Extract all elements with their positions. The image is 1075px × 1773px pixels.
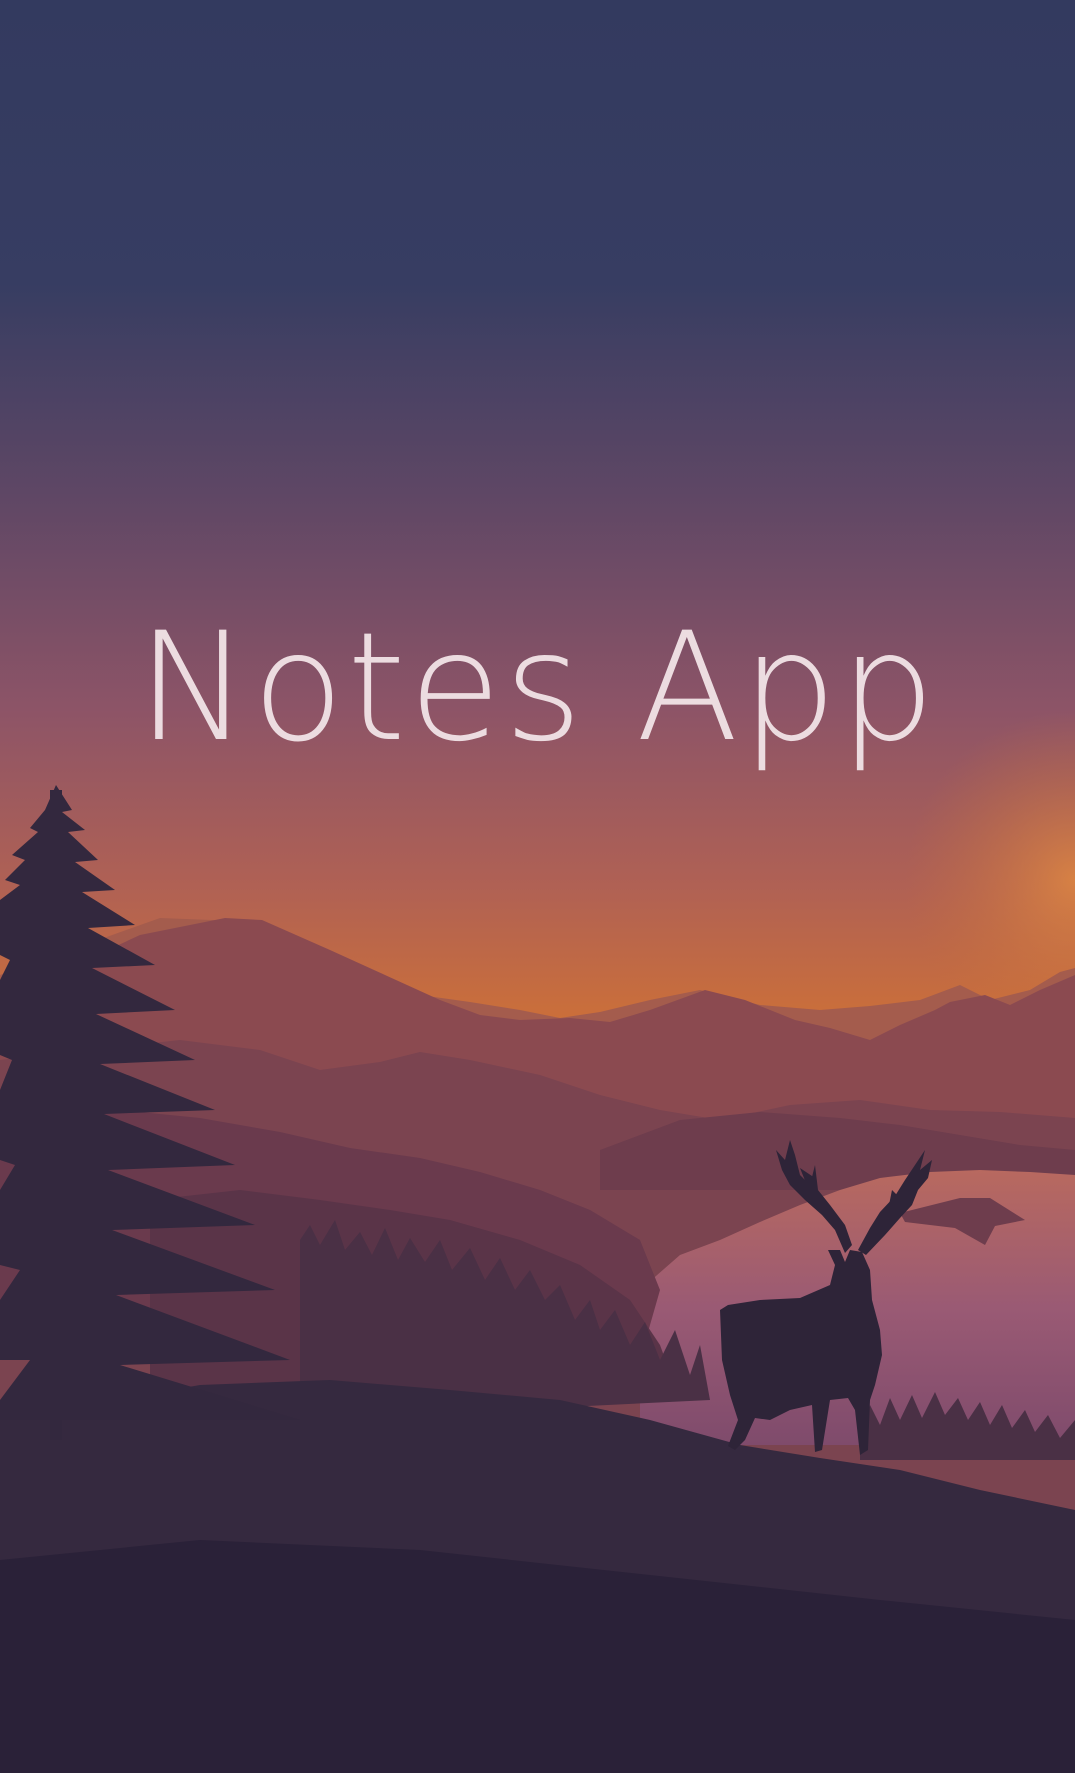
background-wallpaper <box>0 0 1075 1773</box>
app-title: Notes App <box>137 601 938 775</box>
splash-screen: Notes App <box>0 0 1075 1773</box>
